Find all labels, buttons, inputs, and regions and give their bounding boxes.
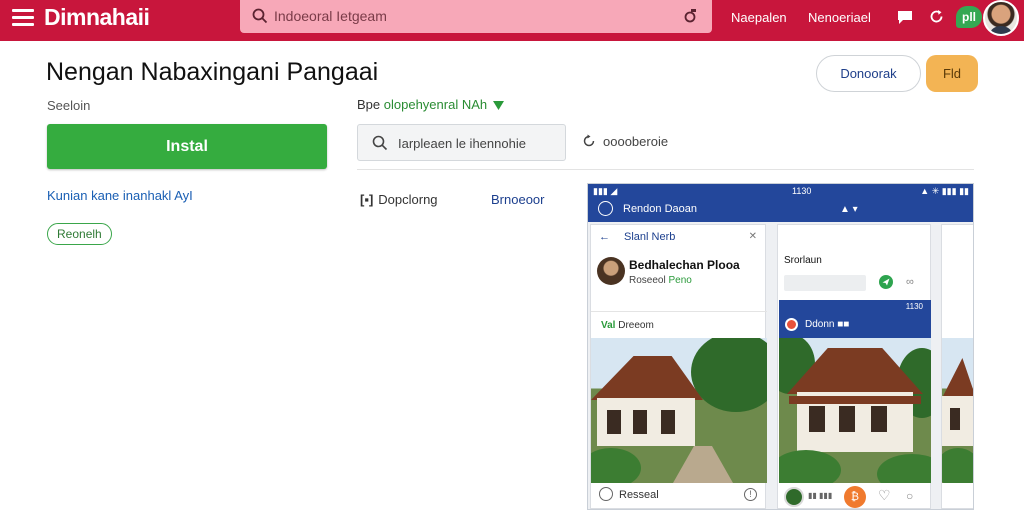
install-button[interactable]: Instal (47, 124, 327, 169)
preview-name: Bedhalechan Plooa (629, 258, 740, 272)
preview-card-header: ← Slanl Nerb (599, 231, 675, 243)
preview-subtitle-green: Peno (668, 275, 692, 286)
preview-footer-label: Resseal (619, 489, 659, 501)
preview-play-icon (598, 201, 613, 216)
info-icon: ! (744, 488, 757, 501)
close-icon: ✕ (748, 231, 757, 242)
primary-action-button[interactable]: Fld (926, 55, 978, 92)
preview-card-2: Srorlaun ∞ 1130 Ddonn ■■ ▮▮ ▮▮▮ ₿ ♡ ○ (777, 224, 931, 509)
tab-reviews[interactable]: Brnoeoor (491, 192, 544, 207)
preview-footer: Resseal (599, 487, 659, 501)
details-icon: [▪] (360, 192, 374, 207)
house-photo (591, 338, 767, 483)
chat-icon[interactable] (896, 9, 914, 25)
avatar[interactable] (983, 0, 1019, 36)
tab-details-label: Dopclorng (378, 192, 438, 207)
preview-section-tag: Val (601, 320, 616, 331)
info-link[interactable]: Kunian kane inanhakl AyI (47, 188, 193, 203)
tab-details[interactable]: [▪] Dopclorng (360, 192, 438, 207)
preview-signal-icon: ▮▮▮ ◢ (593, 186, 618, 196)
search-input-text: Iarpleaen le ihennohie (398, 136, 526, 151)
preview-title: Rendon Daoan (623, 203, 698, 215)
share-icon (583, 134, 595, 147)
camera-icon[interactable] (682, 8, 698, 24)
secondary-button[interactable]: Donoorak (816, 55, 921, 92)
preview-card-title: Srorlaun (784, 255, 822, 266)
in-page-search-input[interactable]: Iarpleaen le ihennohie (357, 124, 566, 161)
nav-link-2[interactable]: Nenoeriael (808, 10, 871, 25)
bitcoin-icon: ₿ (844, 486, 866, 508)
divider (591, 311, 767, 312)
preview-inner-time: 1130 (905, 302, 923, 311)
preview-section-label: Val Dreeom (601, 320, 654, 331)
nav-link-1[interactable]: Naepalen (731, 10, 787, 25)
radio-icon (599, 487, 613, 501)
preview-status-icons: ▲ ✳ ▮▮▮ ▮▮ (920, 186, 969, 196)
preview-inner-title: Ddonn ■■ (805, 319, 849, 330)
house-photo (942, 338, 973, 483)
top-bar: Dimnahaii Indoeoral Ietgeam Naepalen Nen… (0, 0, 1024, 41)
notification-badge-icon[interactable]: pll (956, 6, 982, 28)
preview-flag-icon: ▲ ▾ (840, 204, 858, 215)
preview-time: 1130 (792, 186, 812, 196)
brand-logo[interactable]: Dimnahaii (44, 4, 150, 31)
preview-inner-logo-icon (785, 318, 798, 331)
preview-inner-title-text: Ddonn (805, 319, 835, 330)
preview-input-bar (784, 275, 866, 291)
developer-prefix: Bpe (357, 97, 381, 112)
preview-card-1: ← Slanl Nerb ✕ Bedhalechan Plooa Roseeol … (590, 224, 767, 509)
seller-label: Seeloin (47, 98, 91, 113)
comment-icon: ○ (906, 489, 914, 503)
preview-subtitle: Roseeol Peno (629, 275, 692, 286)
search-text: Indoeoral Ietgeam (274, 8, 387, 24)
preview-inner-tag: ■■ (837, 319, 850, 330)
page-title: Nengan Nabaxingani Pangaai (46, 58, 379, 86)
category-chip[interactable]: Reonelh (47, 223, 112, 245)
menu-icon[interactable] (12, 9, 34, 27)
back-arrow-icon: ← (599, 231, 610, 243)
house-photo (779, 338, 931, 483)
heart-icon: ♡ (878, 487, 891, 503)
app-screenshot-preview[interactable]: ▮▮▮ ◢ 1130 ▲ ✳ ▮▮▮ ▮▮ Rendon Daoan ▲ ▾ ←… (587, 183, 974, 510)
verified-icon (492, 101, 504, 111)
search-icon (252, 8, 268, 24)
developer-line: Bpe olopehyenral NAh (357, 97, 504, 112)
preview-avatar (784, 487, 804, 507)
send-icon (879, 275, 893, 289)
preview-section-title: Dreeom (618, 320, 654, 331)
divider (357, 169, 974, 170)
preview-subtitle-prefix: Roseeol (629, 275, 666, 286)
search-icon (372, 135, 388, 151)
search-bar[interactable]: Indoeoral Ietgeam (240, 0, 712, 33)
preview-status-bar: ▮▮▮ ◢ 1130 ▲ ✳ ▮▮▮ ▮▮ Rendon Daoan ▲ ▾ (588, 184, 973, 222)
preview-card-3 (941, 224, 973, 509)
developer-name[interactable]: olopehyenral NAh (384, 97, 487, 112)
preview-footer-text: ▮▮ ▮▮▮ (808, 491, 833, 500)
refresh-icon[interactable] (929, 9, 944, 24)
preview-inner-header: 1130 Ddonn ■■ (779, 300, 931, 338)
share-link[interactable]: ooooberoie (582, 134, 668, 149)
link-icon: ∞ (906, 276, 914, 288)
preview-avatar (597, 257, 625, 285)
share-label: ooooberoie (603, 134, 669, 149)
preview-card-header-label: Slanl Nerb (624, 231, 676, 243)
